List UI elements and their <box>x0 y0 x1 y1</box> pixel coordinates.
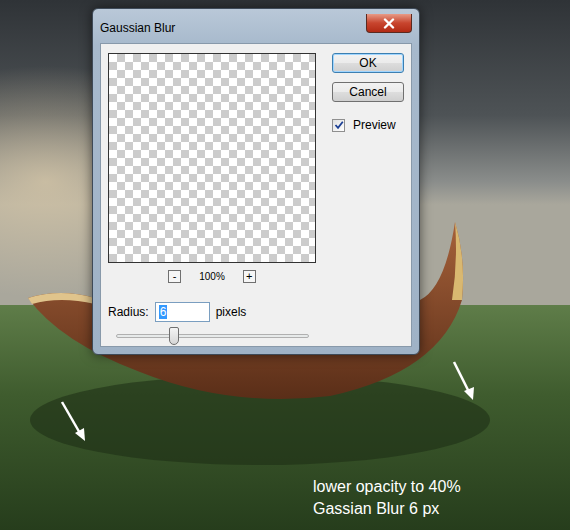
zoom-level: 100% <box>199 270 225 283</box>
photo-canvas: lower opacity to 40%Gassian Blur 6 px Ga… <box>0 0 570 530</box>
title-bar[interactable]: Gaussian Blur <box>100 9 412 43</box>
arrow-icon <box>56 398 90 444</box>
dialog-title: Gaussian Blur <box>100 21 175 35</box>
zoom-in-button[interactable]: + <box>243 270 256 283</box>
close-button[interactable] <box>366 14 412 33</box>
arrow-icon <box>448 358 478 402</box>
preview-option[interactable]: Preview <box>332 116 404 134</box>
radius-label: Radius: <box>108 303 149 321</box>
dialog-body: - 100% + OK Cancel Preview Radius: 6 <box>100 43 412 347</box>
preview-checkbox[interactable] <box>332 119 345 132</box>
preview-label: Preview <box>353 116 396 134</box>
caption: lower opacity to 40%Gassian Blur 6 px <box>313 476 461 520</box>
radius-value: 6 <box>159 305 168 319</box>
radius-input[interactable]: 6 <box>155 302 210 322</box>
gaussian-blur-dialog: Gaussian Blur - 100% + OK Cancel <box>92 8 420 355</box>
slider-thumb[interactable] <box>169 327 179 345</box>
caption-line: lower opacity to 40% <box>313 476 461 498</box>
ok-button[interactable]: OK <box>332 53 404 73</box>
caption-line: Gassian Blur 6 px <box>313 498 461 520</box>
zoom-out-button[interactable]: - <box>168 270 181 283</box>
radius-slider[interactable] <box>116 334 309 338</box>
radius-unit: pixels <box>216 303 247 321</box>
close-icon <box>383 18 395 29</box>
check-icon <box>334 120 344 130</box>
cancel-button[interactable]: Cancel <box>332 82 404 102</box>
preview-area[interactable] <box>108 53 316 263</box>
